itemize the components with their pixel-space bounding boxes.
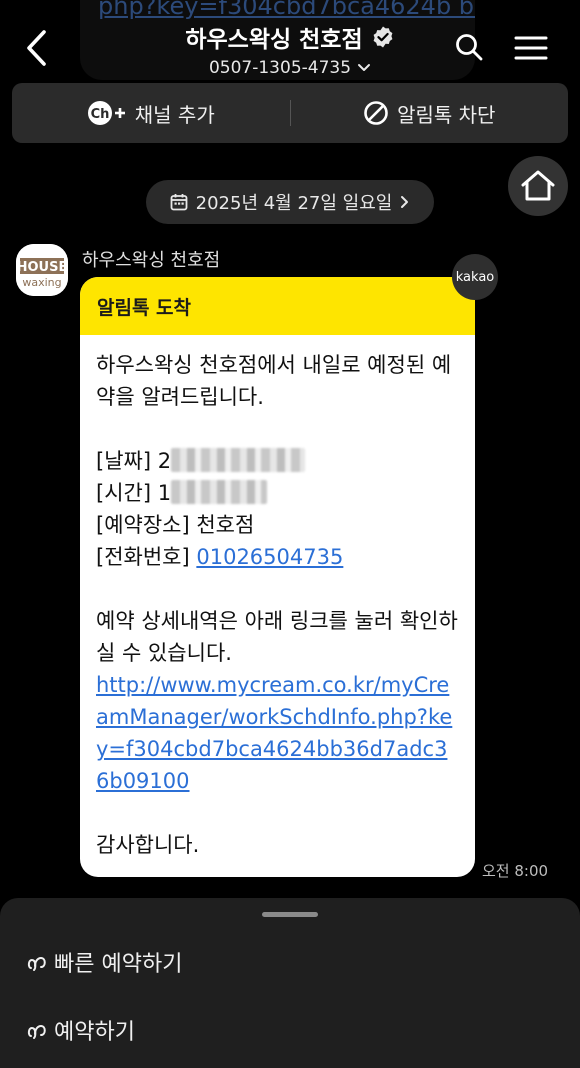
search-icon: [456, 34, 483, 61]
place-label: [예약장소]: [96, 513, 190, 537]
message-header: 알림톡 도착: [80, 277, 475, 335]
time-value: 1: [157, 481, 172, 505]
block-label: 알림톡 차단: [397, 102, 496, 127]
reservation-date-line: [날짜] 2: [96, 445, 459, 477]
kakao-badge: kakao: [452, 254, 498, 300]
channel-badge-text: Ch: [90, 107, 109, 122]
chat-screen: php?key=f304cbd7bca4624b b36d7a 하우스왁싱 천호…: [0, 0, 580, 1068]
sheet-drag-handle[interactable]: [262, 912, 318, 917]
sender-name: 하우스왁싱 천호점: [82, 250, 221, 271]
alimtalk-message-card: 알림톡 도착 하우스왁싱 천호점에서 내일로 예정된 예약을 알려드립니다. […: [80, 277, 475, 877]
date-divider-button[interactable]: 2025년 4월 27일 일요일: [146, 180, 434, 224]
chat-header: 하우스왁싱 천호점 0507-1305-4735: [0, 0, 580, 82]
menu-button[interactable]: [514, 34, 548, 62]
add-channel-button[interactable]: Ch 채널 추가: [12, 83, 290, 143]
verified-badge-icon: [373, 26, 393, 48]
block-notification-button[interactable]: 알림톡 차단: [291, 83, 569, 143]
calendar-icon: [170, 194, 188, 211]
home-icon: [521, 170, 555, 201]
channel-phone: 0507-1305-4735: [208, 58, 352, 78]
block-icon: [364, 101, 388, 125]
channel-add-icon: Ch: [87, 101, 125, 125]
channel-title: 하우스왁싱 천호점: [185, 27, 363, 53]
chevron-right-icon: [401, 196, 409, 208]
phone-link[interactable]: 01026504735: [196, 545, 343, 569]
date-text: 2025년 4월 27일 일요일: [195, 193, 393, 214]
reservation-label: 예약하기: [54, 1020, 135, 1045]
home-button[interactable]: [508, 156, 568, 216]
add-channel-label: 채널 추가: [134, 102, 215, 127]
redacted-date: [171, 448, 306, 472]
redacted-time: [171, 480, 268, 504]
closing-text: 감사합니다.: [96, 833, 200, 857]
detail-instruction: 예약 상세내역은 아래 링크를 눌러 확인하실 수 있습니다.: [96, 609, 458, 665]
time-label: [시간]: [96, 481, 152, 505]
house-waxing-logo: HOUSE waxing: [16, 244, 68, 296]
message-body: 하우스왁싱 천호점에서 내일로 예정된 예약을 알려드립니다. [날짜] 2 […: [80, 335, 475, 861]
reservation-time-line: [시간] 1: [96, 477, 459, 509]
hamburger-menu-icon: [514, 36, 548, 60]
logo-text-bottom: waxing: [22, 276, 61, 289]
place-value: 천호점: [196, 513, 255, 537]
quick-reservation-label: 빠른 예약하기: [54, 952, 183, 977]
date-value: 2: [157, 449, 172, 473]
reservation-place-line: [예약장소] 천호점: [96, 509, 459, 541]
channel-action-bar: Ch 채널 추가 알림톡 차단: [12, 83, 568, 143]
phone-label: [전화번호]: [96, 545, 190, 569]
link-chain-icon: [27, 1024, 46, 1039]
message-intro: 하우스왁싱 천호점에서 내일로 예정된 예약을 알려드립니다.: [96, 353, 452, 409]
logo-text-top: HOUSE: [17, 260, 68, 275]
search-button[interactable]: [454, 32, 484, 62]
quick-reply-sheet: 빠른 예약하기 예약하기: [0, 898, 580, 1068]
chevron-down-icon: [358, 64, 371, 71]
sender-avatar[interactable]: HOUSE waxing: [16, 244, 68, 296]
link-chain-icon: [27, 956, 46, 971]
message-timestamp: 오전 8:00: [482, 862, 549, 880]
quick-reservation-button[interactable]: 빠른 예약하기: [26, 946, 182, 978]
title-area[interactable]: 하우스왁싱 천호점 0507-1305-4735: [0, 20, 580, 78]
reservation-phone-line: [전화번호] 01026504735: [96, 541, 459, 573]
date-label: [날짜]: [96, 449, 152, 473]
reservation-detail-link[interactable]: http://www.mycream.co.kr/myCreamManager/…: [96, 669, 459, 797]
reservation-button[interactable]: 예약하기: [26, 1014, 135, 1046]
